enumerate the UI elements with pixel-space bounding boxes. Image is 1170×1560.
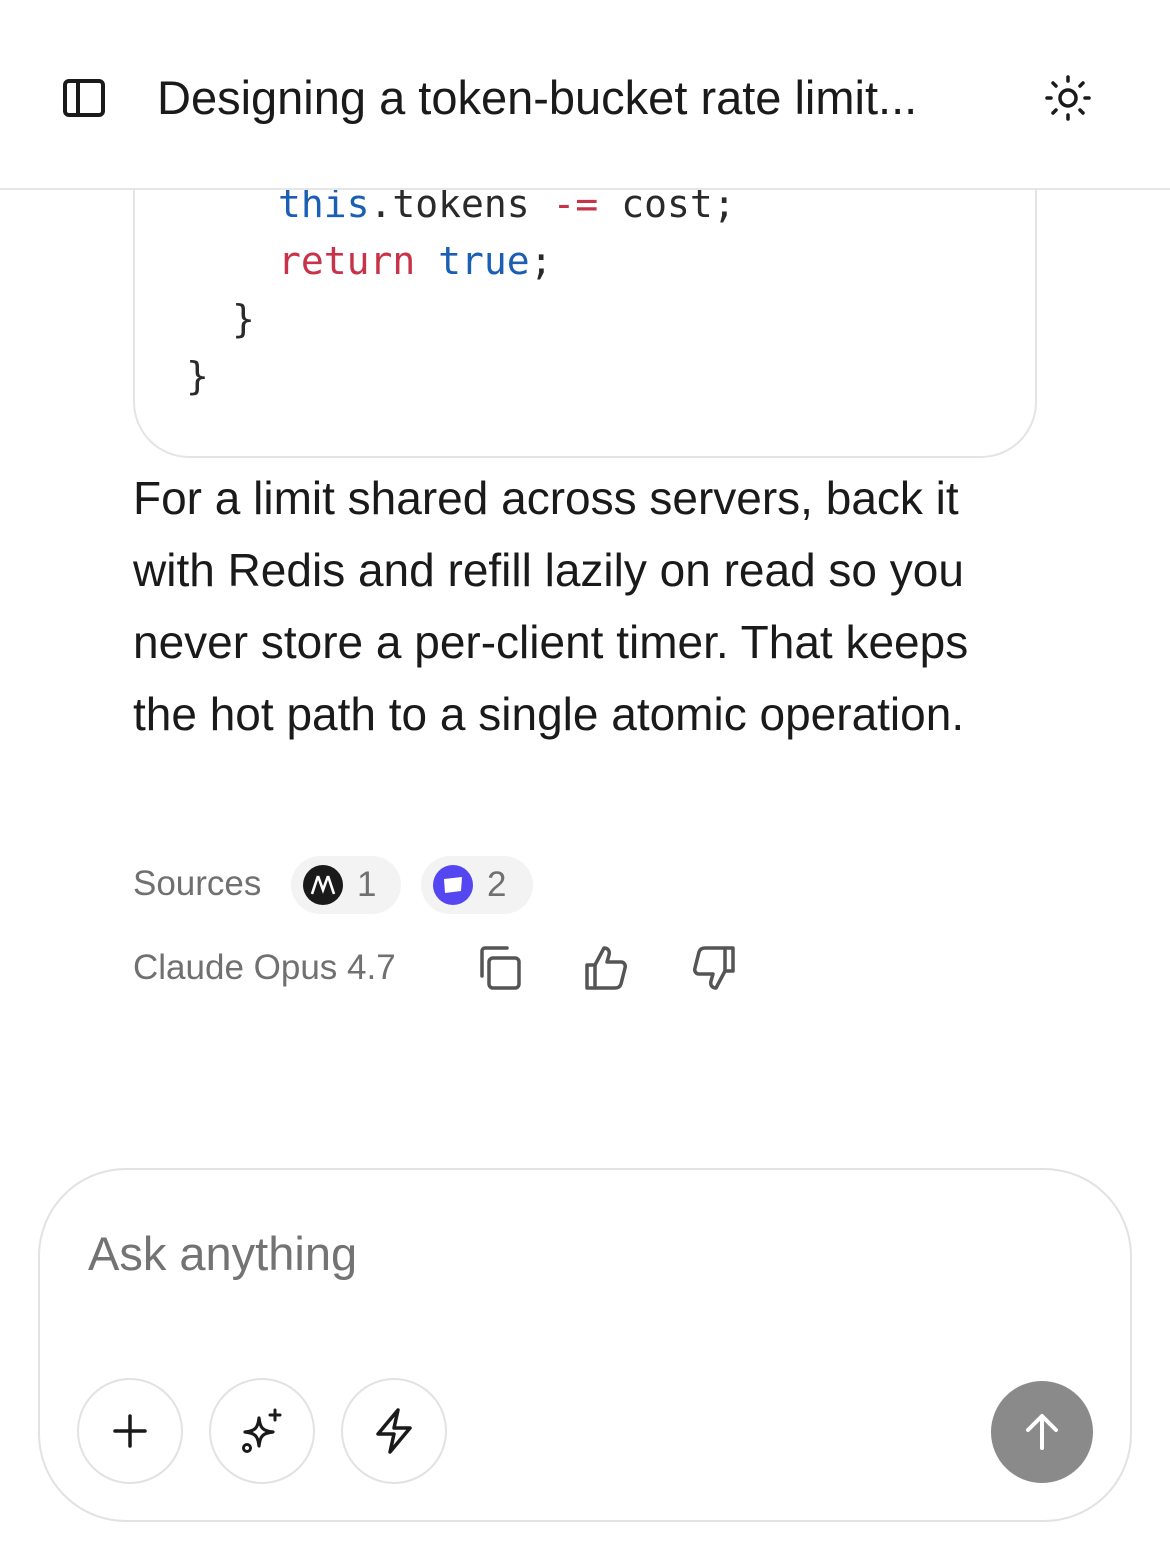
arrow-up-icon [1026, 1414, 1058, 1450]
source-linear-icon [433, 865, 473, 905]
theme-toggle-button[interactable] [1036, 66, 1100, 130]
sparkles-button[interactable] [209, 1378, 315, 1484]
message-composer [38, 1168, 1132, 1522]
copy-icon [480, 946, 521, 990]
send-button[interactable] [991, 1381, 1093, 1483]
sidebar-toggle-button[interactable] [52, 66, 116, 130]
code-token: return [278, 239, 416, 283]
source-chip-2[interactable]: 2 [421, 856, 533, 914]
code-token: } [232, 297, 255, 341]
source-count: 1 [357, 865, 377, 904]
sources-label: Sources [133, 864, 262, 903]
sun-icon [1045, 75, 1091, 121]
chat-page: Designing a token-bucket rate limit... t… [0, 0, 1170, 1560]
sparkles-icon [242, 1408, 282, 1453]
add-attachment-button[interactable] [77, 1378, 183, 1484]
source-chip-1[interactable]: 1 [291, 856, 401, 914]
lightning-icon [376, 1408, 412, 1454]
code-token: true [438, 239, 530, 283]
thumbs-up-button[interactable] [578, 940, 634, 996]
thumbs-up-icon [585, 946, 627, 990]
sidebar-toggle-icon [63, 79, 105, 117]
code-token: ; [529, 239, 553, 283]
lightning-button[interactable] [341, 1378, 447, 1484]
code-token: } [186, 354, 209, 398]
source-m-icon [303, 865, 343, 905]
thumbs-down-button[interactable] [686, 940, 742, 996]
code-line: } [232, 296, 255, 342]
thumbs-down-icon [693, 946, 735, 990]
code-line: } [186, 353, 209, 399]
model-name: Claude Opus 4.7 [133, 948, 396, 987]
top-bar: Designing a token-bucket rate limit... [0, 0, 1170, 190]
source-count: 2 [487, 865, 507, 904]
conversation-title: Designing a token-bucket rate limit... [157, 71, 918, 124]
assistant-answer-text: For a limit shared across servers, back … [133, 472, 969, 740]
plus-icon [113, 1414, 147, 1448]
message-input[interactable] [88, 1218, 988, 1288]
copy-button[interactable] [471, 940, 527, 996]
code-line: return true; [278, 238, 553, 284]
